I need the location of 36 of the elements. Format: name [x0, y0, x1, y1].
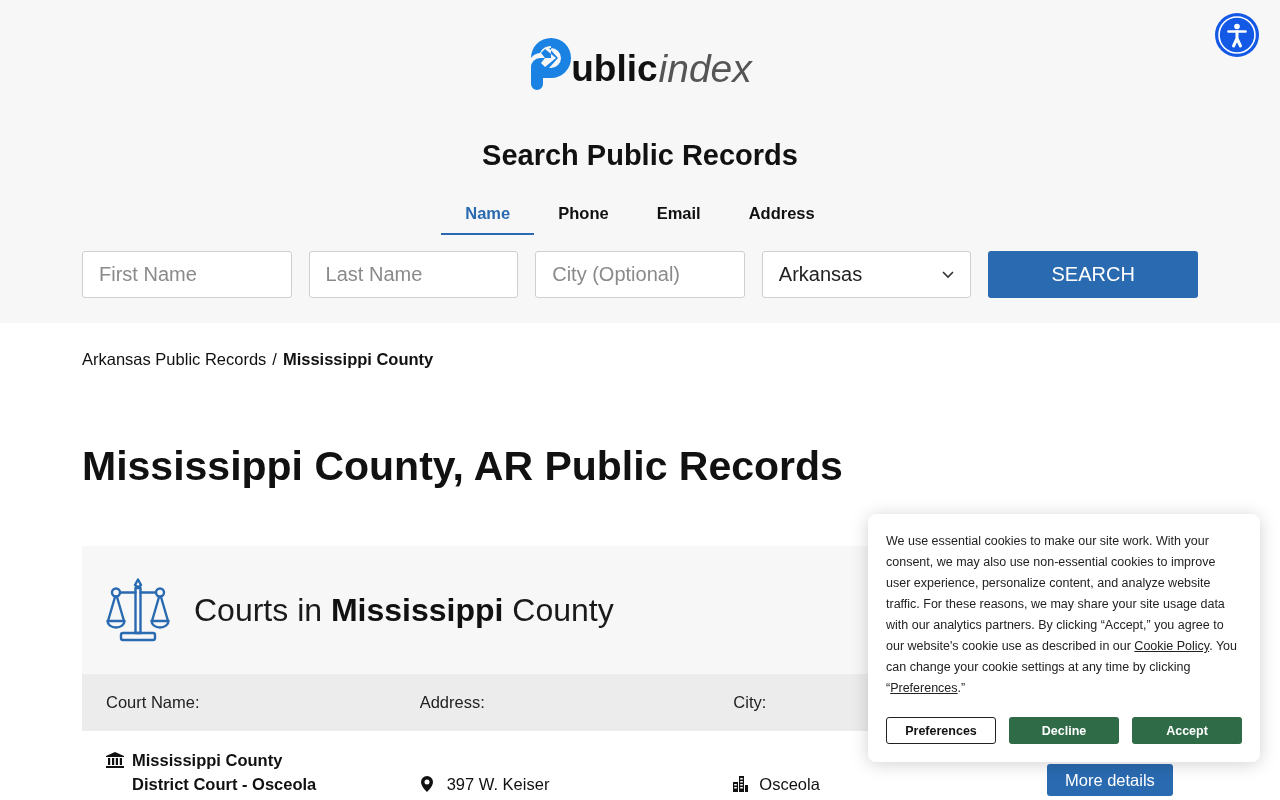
accept-button[interactable]: Accept — [1132, 717, 1242, 744]
scales-icon — [106, 578, 170, 642]
column-header: Address: — [419, 693, 486, 712]
column-header: Court Name: — [106, 693, 201, 712]
page-title: Mississippi County, AR Public Records — [82, 442, 844, 491]
courts-heading: Courts in Mississippi County — [194, 591, 614, 630]
breadcrumb-current: Mississippi County — [282, 349, 434, 370]
breadcrumb-link[interactable]: Arkansas Public Records — [82, 348, 267, 370]
first-name-field[interactable]: First Name — [82, 251, 292, 298]
column-header: City: — [733, 693, 768, 712]
city-buildings-icon — [733, 776, 749, 792]
search-tab[interactable]: Address — [724, 193, 839, 235]
breadcrumb-separator: / — [272, 349, 277, 370]
search-button[interactable]: SEARCH — [988, 251, 1198, 298]
map-pin-icon — [420, 776, 433, 792]
court-name: Mississippi County District Court - Osceola — [132, 750, 318, 795]
search-tab[interactable]: Name — [441, 193, 535, 235]
search-tab[interactable]: Phone — [534, 193, 633, 235]
preferences-button[interactable]: Preferences — [886, 717, 996, 744]
last-name-field[interactable]: Last Name — [308, 251, 519, 298]
cookie-notice-text: We use essential cookies to make our site work. With your consent, we may also use non-essential cookies to improve user experience, personalize content, and analyze website traffic. For these reasons, we may share your site usage data with our analytics partners. By clicking “Accept,” you agree to our website's cookie use as described in our Cookie Policy. You can change your cookie settings at any time by clicking “Preferences.” — [886, 533, 1238, 697]
state-select[interactable]: Arkansas — [761, 251, 972, 298]
search-tab[interactable]: Email — [632, 193, 725, 235]
more-details-button[interactable]: More details — [1047, 764, 1173, 796]
city-field[interactable]: City (Optional) — [535, 251, 745, 298]
search-title: Search Public Records — [481, 138, 799, 173]
logo-link[interactable]: ublicindex — [528, 38, 752, 92]
decline-button[interactable]: Decline — [1009, 717, 1119, 744]
chevron-down-icon — [942, 270, 955, 279]
court-city: Osceola — [759, 774, 820, 795]
accessibility-button[interactable] — [1215, 13, 1259, 57]
preferences-link[interactable]: Preferences — [890, 681, 958, 695]
courthouse-icon — [106, 752, 124, 768]
logo-mark-icon — [528, 38, 572, 90]
court-address: 397 W. Keiser — [446, 774, 550, 795]
accessibility-icon — [1215, 13, 1259, 57]
